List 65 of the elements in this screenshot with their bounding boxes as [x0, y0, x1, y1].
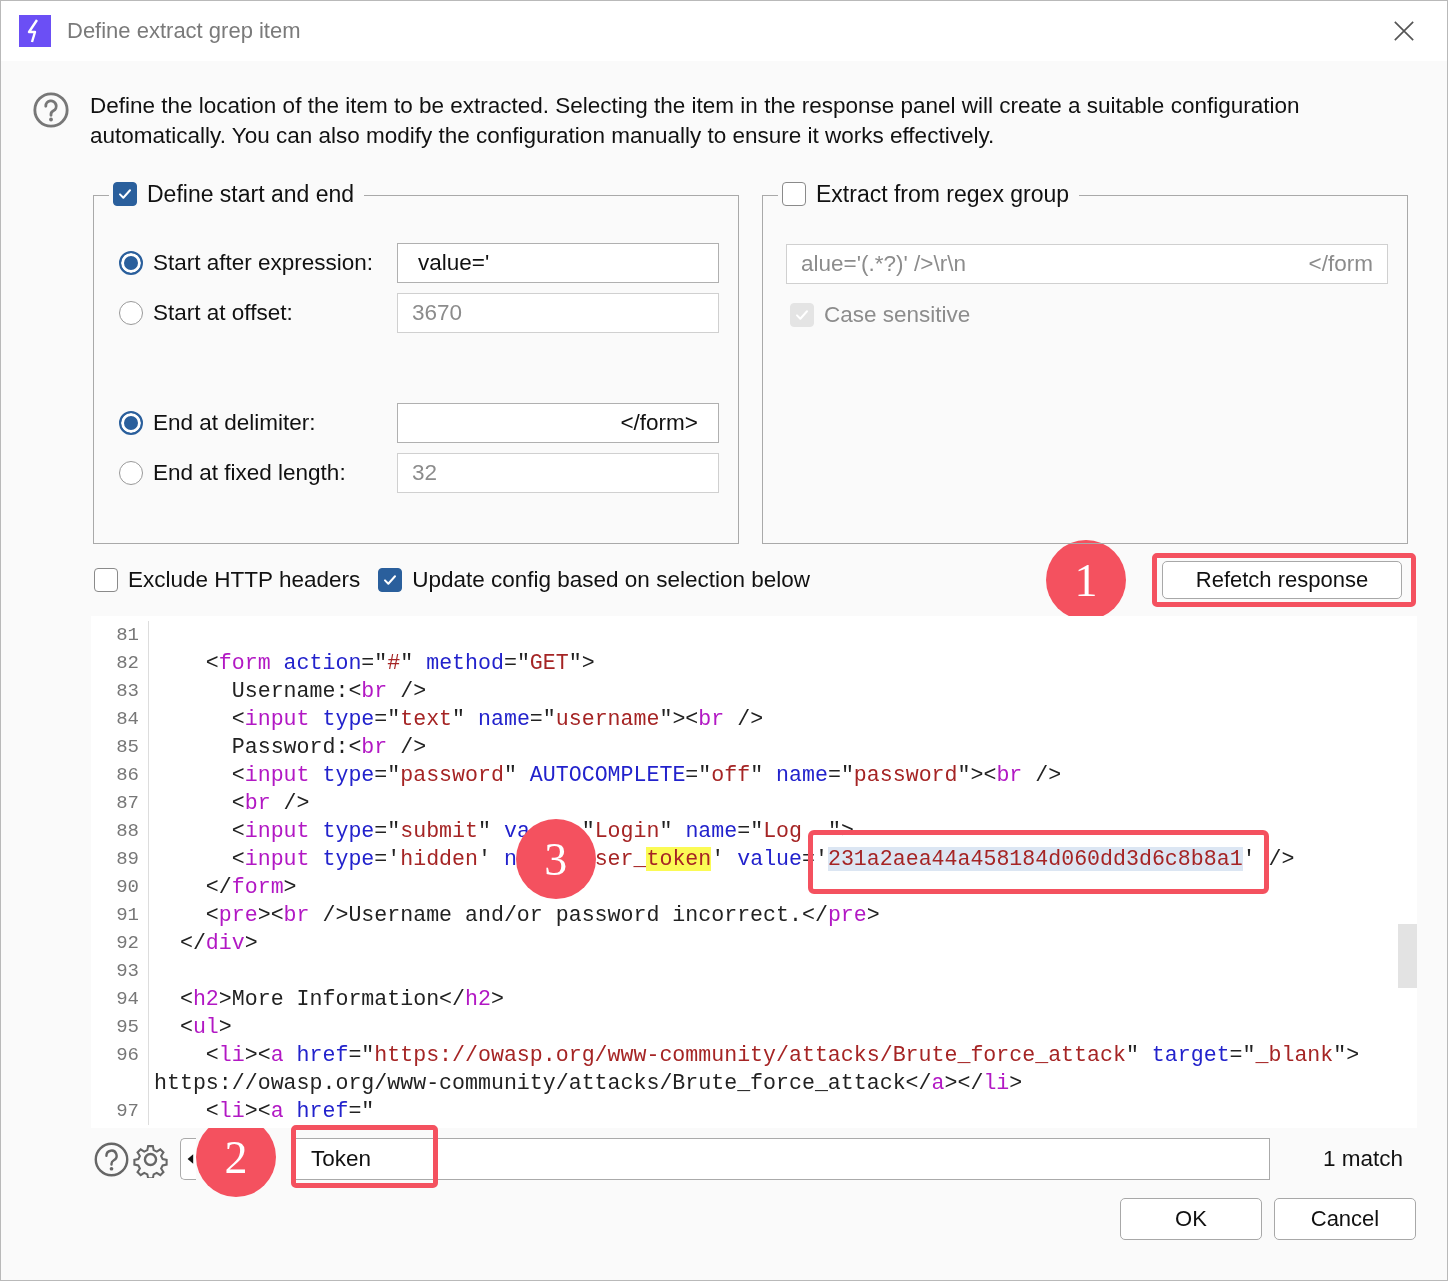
group-label: Extract from regex group — [816, 180, 1070, 209]
lightning-icon — [19, 15, 51, 47]
line-number: 83 — [91, 677, 149, 705]
code-line: Password:<br /> — [230, 734, 427, 761]
match-count: 1 match — [1322, 1146, 1403, 1172]
line-number: 97 — [91, 1097, 149, 1125]
line-number: 85 — [91, 733, 149, 761]
code-line: <pre><br />Username and/or password incorrect.</pre> — [204, 902, 880, 929]
line-number: 93 — [91, 957, 149, 985]
input-field[interactable]: </form> — [397, 403, 719, 443]
line-number: 82 — [91, 649, 149, 677]
line-number: 84 — [91, 705, 149, 733]
search-field[interactable]: Token — [294, 1138, 1270, 1180]
option-label: Update config based on selection below — [412, 567, 810, 593]
radio-button[interactable] — [119, 301, 143, 325]
field-text: alue='(.*?)' />\r\n — [801, 251, 966, 277]
line-number: 86 — [91, 761, 149, 789]
checkbox[interactable] — [782, 182, 806, 206]
code-line: <h2>More Information</h2> — [178, 986, 504, 1013]
code-line: <input type="text" name="username"><br /> — [230, 706, 764, 733]
code-line: Username:<br /> — [230, 678, 427, 705]
option-label: Case sensitive — [824, 302, 971, 328]
option-label: Exclude HTTP headers — [128, 567, 361, 593]
line-number: 94 — [91, 985, 149, 1013]
radio-button[interactable] — [119, 251, 143, 275]
option-label: Start at offset: — [153, 300, 293, 326]
code-line: <ul> — [178, 1014, 232, 1041]
line-number: 92 — [91, 929, 149, 957]
dialog-button[interactable]: Cancel — [1274, 1198, 1416, 1240]
code-line: </div> — [178, 930, 258, 957]
code-line: https://owasp.org/www-community/attacks/Brute_force_attack</a></li> — [154, 1070, 1023, 1097]
line-number: 88 — [91, 817, 149, 845]
line-number: 96 — [91, 1041, 149, 1069]
code-line: <form action="#" method="GET"> — [204, 650, 595, 677]
window-title: Define extract grep item — [67, 18, 302, 44]
scrollbar-thumb[interactable] — [1398, 924, 1417, 988]
checkbox[interactable] — [378, 568, 403, 592]
input-field[interactable]: value=' — [397, 243, 719, 283]
help-icon[interactable] — [32, 91, 70, 129]
checkbox[interactable] — [113, 182, 137, 206]
code-line: <li><a href="https://owasp.org/www-community/attacks/Brute_force_attack" target="_blank"> — [204, 1042, 1360, 1069]
dialog-button[interactable]: OK — [1120, 1198, 1262, 1240]
refetch-button[interactable]: Refetch response — [1162, 561, 1402, 599]
radio-button[interactable] — [119, 461, 143, 485]
radio-button[interactable] — [119, 411, 143, 435]
description-text: Define the location of the item to be extracted. Selecting the item in the response panel will create a suitable configuration automatically. You can also modify the configuration manually to ensure it works effectively. — [90, 92, 1301, 150]
option-label: Start after expression: — [153, 250, 374, 276]
checkbox[interactable] — [94, 568, 118, 592]
code-line: </form> — [204, 874, 297, 901]
code-line: <input type="password" AUTOCOMPLETE="off" name="password"><br /> — [230, 762, 1062, 789]
code-line: <br /> — [230, 790, 310, 817]
group-label: Define start and end — [147, 180, 355, 209]
line-number: 95 — [91, 1013, 149, 1041]
option-label: End at delimiter: — [153, 410, 316, 436]
line-number: 90 — [91, 873, 149, 901]
help-icon[interactable] — [93, 1140, 130, 1178]
line-number: 89 — [91, 845, 149, 873]
option-label: End at fixed length: — [153, 460, 346, 486]
close-icon[interactable] — [1393, 20, 1415, 42]
line-number: 91 — [91, 901, 149, 929]
line-number: 81 — [91, 621, 149, 649]
previous-button[interactable] — [180, 1138, 196, 1180]
field-text: </form — [1308, 251, 1373, 277]
line-number: 87 — [91, 789, 149, 817]
caret-icon — [186, 1153, 194, 1165]
